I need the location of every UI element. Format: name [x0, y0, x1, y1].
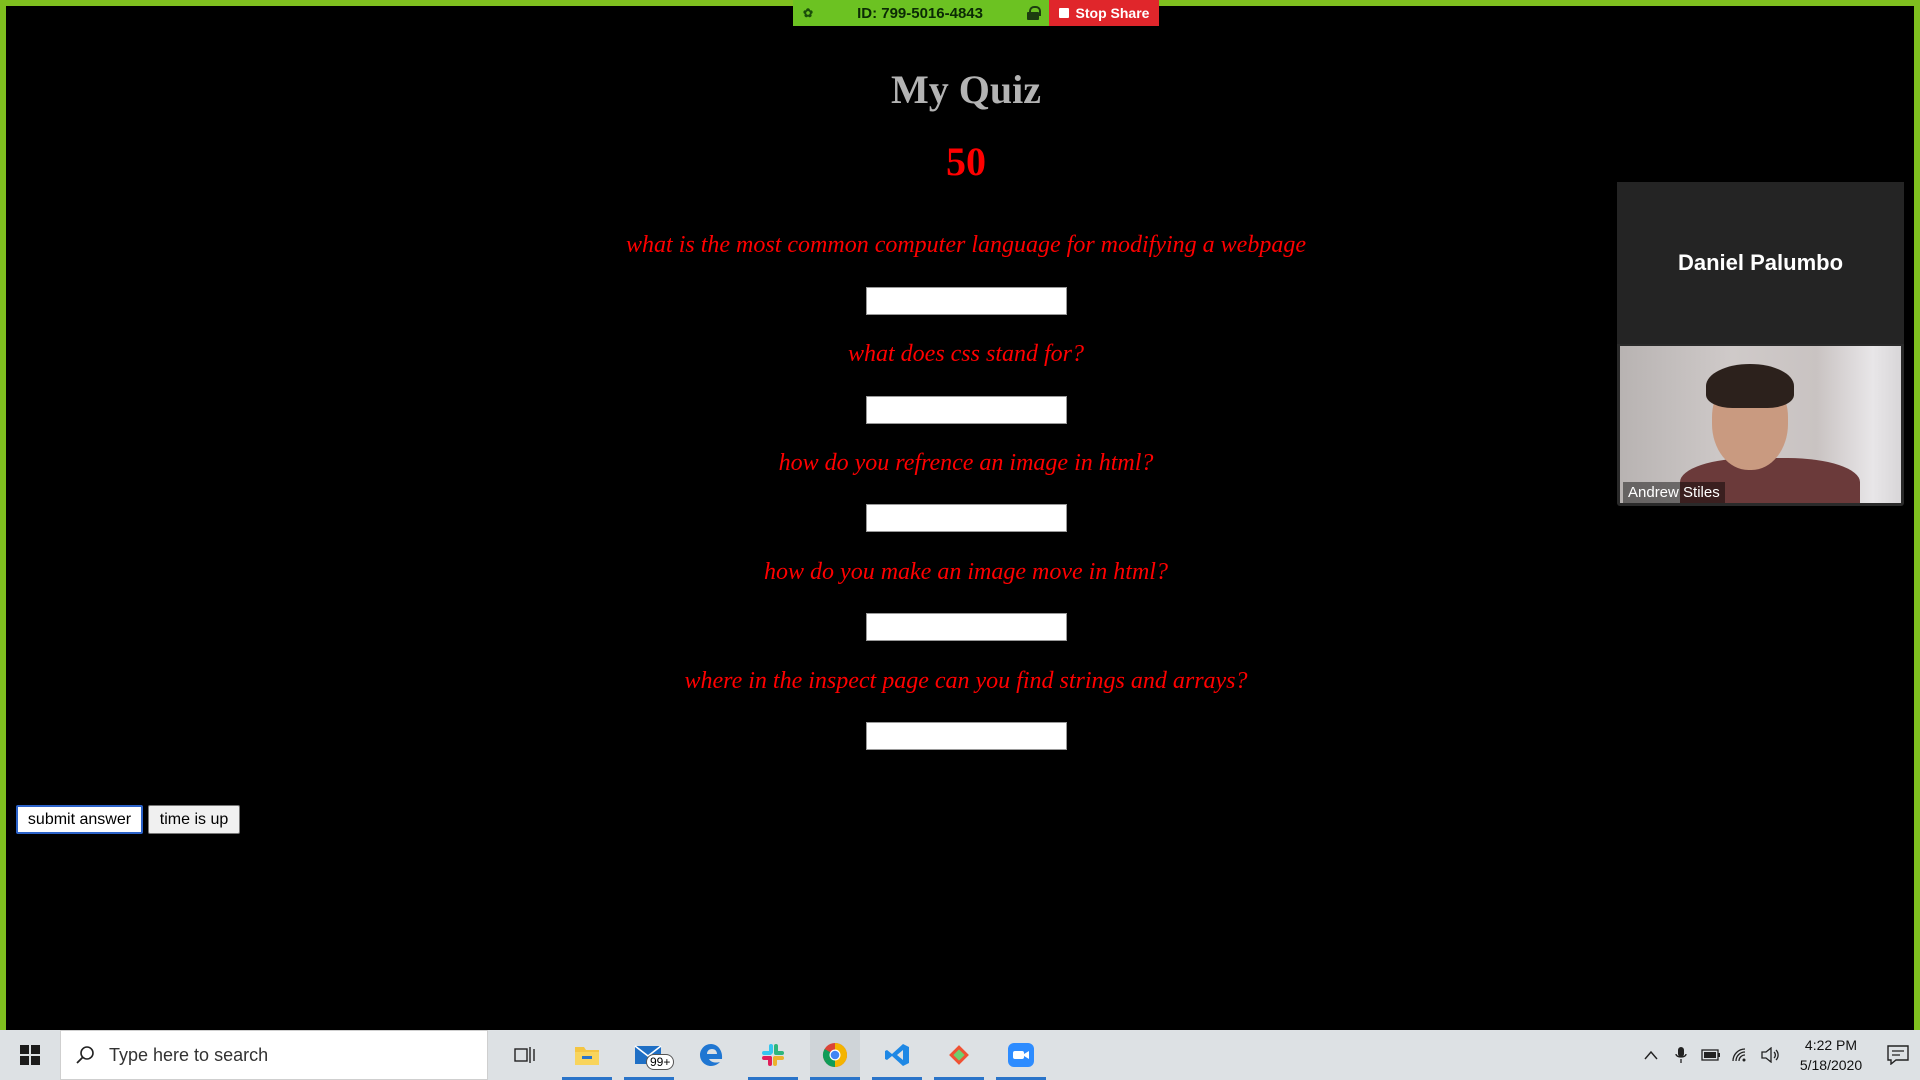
notification-icon[interactable]	[1876, 1045, 1920, 1065]
participant-video: Andrew Stiles	[1620, 346, 1901, 503]
clock-time: 4:22 PM	[1804, 1037, 1858, 1053]
task-view-icon[interactable]	[500, 1030, 550, 1080]
slack-icon[interactable]	[748, 1030, 798, 1080]
taskbar-search[interactable]	[60, 1030, 488, 1080]
wifi-icon[interactable]	[1726, 1030, 1756, 1080]
leaf-icon: ✿	[803, 6, 814, 20]
answer-input-3[interactable]	[866, 504, 1067, 532]
mail-badge: 99+	[646, 1054, 675, 1070]
chevron-up-icon[interactable]	[1636, 1030, 1666, 1080]
lock-icon	[1026, 6, 1041, 20]
stop-share-button[interactable]: Stop Share	[1049, 0, 1159, 26]
zoom-share-toolbar: ✿ ID: 799-5016-4843 Stop Share	[793, 0, 1159, 26]
stop-square-icon	[1058, 8, 1069, 18]
answer-input-2[interactable]	[866, 396, 1067, 424]
windows-logo-icon	[20, 1045, 40, 1065]
search-input[interactable]	[109, 1044, 469, 1066]
answer-input-1[interactable]	[866, 287, 1067, 315]
zoom-icon[interactable]	[996, 1030, 1046, 1080]
answer-input-5[interactable]	[866, 722, 1067, 750]
mail-icon[interactable]: 99+	[624, 1030, 675, 1080]
clock-date: 5/18/2020	[1799, 1057, 1863, 1073]
score-display: 50	[946, 139, 986, 184]
participant-hair	[1706, 364, 1794, 408]
system-tray: 4:22 PM 5/18/2020	[1636, 1030, 1920, 1080]
question-5: where in the inspect page can you find s…	[684, 668, 1248, 694]
stop-share-label: Stop Share	[1075, 5, 1150, 21]
search-icon	[76, 1046, 94, 1064]
shared-screen: My Quiz 50 what is the most common compu…	[6, 6, 1914, 1030]
time-is-up-button[interactable]: time is up	[148, 805, 240, 834]
submit-answer-button[interactable]: submit answer	[16, 805, 143, 834]
meeting-id-pill[interactable]: ✿ ID: 799-5016-4843	[793, 0, 1049, 26]
question-4: how do you make an image move in html?	[764, 559, 1168, 585]
host-name-tile: Daniel Palumbo	[1617, 182, 1904, 344]
vscode-icon[interactable]	[872, 1030, 922, 1080]
edge-icon[interactable]	[686, 1030, 736, 1080]
answer-input-4[interactable]	[866, 613, 1067, 641]
page-title: My Quiz	[891, 67, 1041, 112]
meeting-id: ID: 799-5016-4843	[857, 4, 983, 22]
participant-name-label: Andrew Stiles	[1623, 482, 1725, 503]
battery-icon[interactable]	[1696, 1030, 1726, 1080]
video-panel[interactable]: Daniel Palumbo Andrew Stiles	[1617, 182, 1904, 506]
chrome-icon[interactable]	[810, 1030, 860, 1080]
windows-taskbar: 99+	[0, 1030, 1920, 1080]
file-explorer-icon[interactable]	[562, 1030, 612, 1080]
git-icon[interactable]	[934, 1030, 984, 1080]
volume-icon[interactable]	[1756, 1030, 1786, 1080]
system-clock[interactable]: 4:22 PM 5/18/2020	[1786, 1035, 1876, 1075]
start-button[interactable]	[0, 1030, 60, 1080]
microphone-icon[interactable]	[1666, 1030, 1696, 1080]
